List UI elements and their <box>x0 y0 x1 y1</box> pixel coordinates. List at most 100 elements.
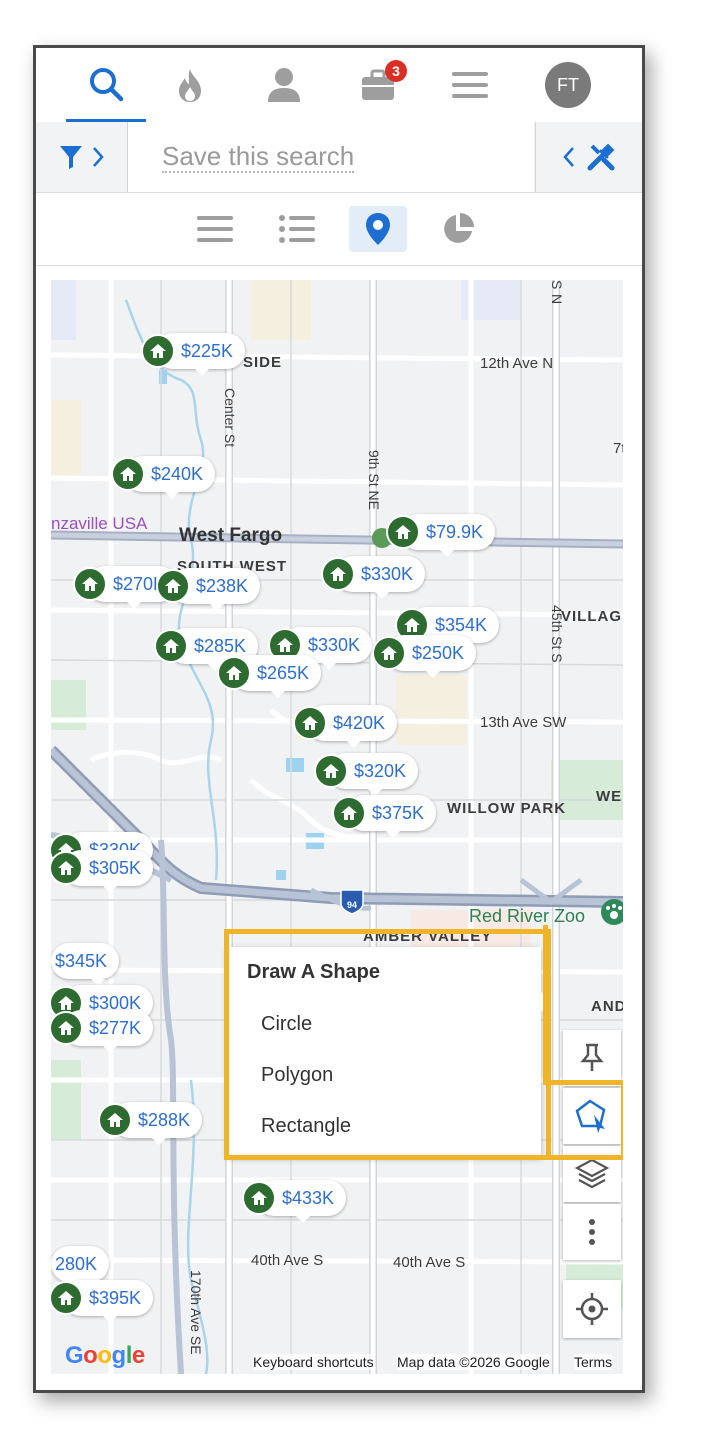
tab-map-view[interactable] <box>349 206 407 252</box>
listing-marker[interactable]: $420K <box>293 705 398 748</box>
tab-list-view[interactable] <box>186 206 244 252</box>
locate-control[interactable] <box>563 1280 621 1338</box>
search-icon <box>90 67 124 101</box>
map-canvas[interactable]: 94 SIDE 12th Ave N nzaville USA West Far… <box>51 280 623 1374</box>
listing-marker[interactable]: 280K <box>51 1246 110 1289</box>
house-icon <box>141 334 175 368</box>
draw-shape-control[interactable] <box>563 1088 621 1144</box>
house-icon <box>51 851 83 885</box>
nav-search[interactable] <box>66 48 146 122</box>
listing-marker[interactable]: $330K <box>321 556 426 599</box>
listing-price: $225K <box>181 340 234 361</box>
notification-badge: 3 <box>385 60 407 82</box>
nav-briefcase[interactable]: 3 <box>338 48 418 122</box>
listing-price: $250K <box>412 642 465 663</box>
locate-icon <box>576 1293 608 1325</box>
house-icon <box>217 656 251 690</box>
user-icon <box>268 68 300 102</box>
listing-price: 280K <box>55 1253 98 1274</box>
popup-arrow <box>541 992 551 1012</box>
listing-price: $345K <box>55 950 108 971</box>
list-view-icon <box>197 216 233 242</box>
draw-polygon-option[interactable]: Polygon <box>261 1064 333 1087</box>
street-label-170th-ave: 170th Ave SE <box>188 1270 204 1355</box>
poi-label-bonanzaville: nzaville USA <box>51 514 148 533</box>
layers-control[interactable] <box>563 1146 621 1202</box>
save-search-field[interactable]: Save this search <box>128 122 534 192</box>
listing-marker[interactable]: $375K <box>332 795 437 838</box>
listing-marker[interactable]: $345K <box>51 943 120 986</box>
listing-marker[interactable]: $305K <box>51 850 154 893</box>
draw-circle-option[interactable]: Circle <box>261 1013 312 1036</box>
highway-shield-label: 94 <box>347 900 357 910</box>
area-label-west-fargo: West Fargo <box>179 525 283 546</box>
listing-price: $420K <box>333 712 386 733</box>
listing-marker[interactable]: $79.9K <box>386 514 496 557</box>
listing-marker[interactable]: $250K <box>372 635 477 678</box>
listing-price: $305K <box>89 857 142 878</box>
listing-marker[interactable]: $277K <box>51 1010 154 1053</box>
top-nav: 3 FT <box>36 48 642 123</box>
street-label-n-top: N <box>549 294 565 305</box>
filter-button[interactable] <box>36 122 128 192</box>
more-vertical-icon <box>589 1219 595 1245</box>
listing-marker[interactable]: $433K <box>242 1180 347 1223</box>
tab-chart-view[interactable] <box>429 206 487 252</box>
save-search-label[interactable]: Save this search <box>162 141 355 173</box>
house-icon <box>156 569 190 603</box>
listing-marker[interactable]: $320K <box>314 753 419 796</box>
house-icon <box>51 1011 83 1045</box>
house-icon <box>51 1281 83 1315</box>
draw-shape-menu: Draw A Shape Circle Polygon Rectangle <box>227 947 541 1157</box>
street-label-7t: 7t <box>613 440 623 457</box>
street-label-s-top: S <box>549 280 565 290</box>
keyboard-shortcuts-link[interactable]: Keyboard shortcuts <box>253 1354 374 1370</box>
area-label-village: VILLAG <box>561 608 622 625</box>
area-label-and: AND <box>591 998 623 1015</box>
house-icon <box>111 457 145 491</box>
nav-hot[interactable] <box>150 48 230 122</box>
listing-marker[interactable]: $265K <box>217 655 322 698</box>
listing-marker[interactable]: $395K <box>51 1280 154 1323</box>
nav-account[interactable]: FT <box>528 48 608 122</box>
tools-icon <box>587 143 615 171</box>
house-icon <box>73 567 107 601</box>
listing-marker[interactable]: $225K <box>141 333 246 376</box>
fire-icon <box>179 69 201 102</box>
tab-detail-list-view[interactable] <box>268 206 326 252</box>
pin-icon <box>580 1043 604 1071</box>
area-label-side: SIDE <box>243 354 283 371</box>
layers-icon <box>575 1158 609 1189</box>
more-options-control[interactable] <box>563 1204 621 1260</box>
tools-button[interactable] <box>535 122 642 192</box>
listing-price: $265K <box>257 662 310 683</box>
listing-price: $320K <box>354 760 407 781</box>
area-label-willow-park: WILLOW PARK <box>447 800 567 817</box>
street-label-center-st: Center St <box>222 388 238 448</box>
terms-link[interactable]: Terms <box>574 1354 613 1370</box>
house-icon <box>321 557 355 591</box>
listing-marker[interactable]: $288K <box>98 1102 203 1145</box>
chevron-left-icon <box>563 147 574 167</box>
area-label-amber-valley: AMBER VALLEY <box>363 928 493 945</box>
listing-price: $395K <box>89 1287 142 1308</box>
house-icon <box>98 1103 132 1137</box>
listing-marker[interactable]: $240K <box>111 456 216 499</box>
nav-profile[interactable] <box>244 48 324 122</box>
avatar: FT <box>545 62 591 108</box>
map-pin-icon <box>366 213 390 245</box>
house-icon <box>154 629 188 663</box>
house-icon <box>386 515 420 549</box>
listing-price: $285K <box>194 635 247 656</box>
app-frame: 3 FT Save this search 94 SIDE 12th Ave N… <box>33 45 645 1393</box>
pin-control[interactable] <box>563 1030 621 1086</box>
listing-price: $288K <box>138 1109 191 1130</box>
filter-icon <box>59 146 82 169</box>
listing-marker[interactable]: $238K <box>156 568 261 611</box>
draw-rectangle-option[interactable]: Rectangle <box>261 1115 351 1138</box>
pie-chart-icon <box>444 213 474 243</box>
area-label-we: WE <box>596 788 623 805</box>
chevron-right-icon <box>92 147 104 167</box>
nav-menu[interactable] <box>430 48 510 122</box>
listing-price: $79.9K <box>426 521 484 542</box>
